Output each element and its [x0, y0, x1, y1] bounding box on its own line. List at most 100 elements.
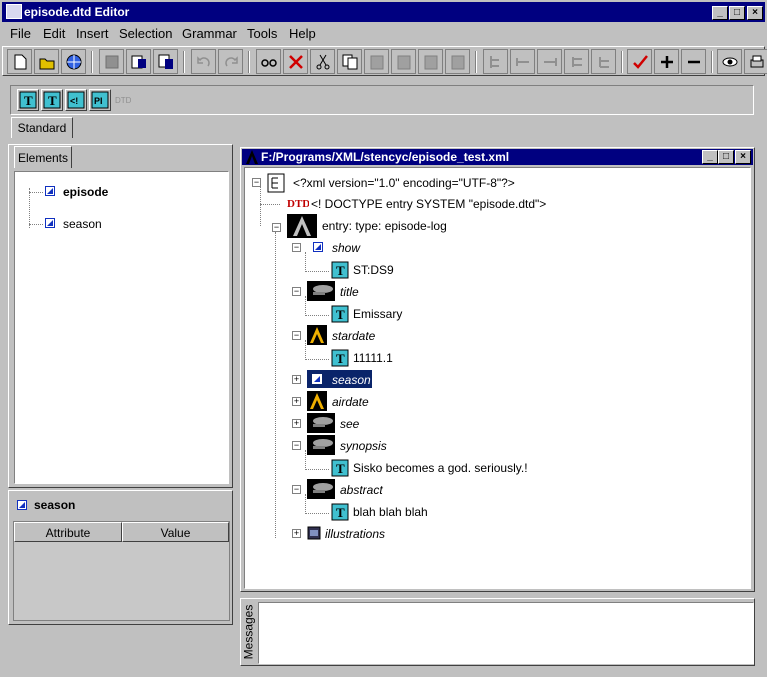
- collapse-toggle[interactable]: −: [292, 331, 301, 340]
- undo-icon[interactable]: [191, 49, 216, 74]
- collapse-toggle[interactable]: −: [252, 178, 261, 187]
- element-icon: [45, 218, 55, 228]
- element-icon: [312, 374, 322, 384]
- minimize-button[interactable]: _: [712, 6, 728, 20]
- find-icon[interactable]: [256, 49, 281, 74]
- text-node-icon: T: [331, 349, 349, 367]
- window-titlebar[interactable]: episode.dtd Editor _ □ ×: [2, 2, 765, 22]
- validate-icon[interactable]: [627, 49, 652, 74]
- starfleet-delta-icon: [307, 325, 327, 345]
- expand-toggle[interactable]: +: [292, 375, 301, 384]
- tree-element-see[interactable]: see: [340, 417, 359, 431]
- paste-icon[interactable]: [364, 49, 389, 74]
- expand-toggle[interactable]: +: [292, 529, 301, 538]
- main-toolbar: [2, 46, 767, 76]
- dtd-insert-icon[interactable]: DTD: [113, 89, 135, 111]
- doc-close-button[interactable]: ×: [735, 150, 751, 164]
- collapse-toggle[interactable]: −: [292, 441, 301, 450]
- tree-element-airdate[interactable]: airdate: [332, 395, 369, 409]
- expand-toggle[interactable]: +: [292, 419, 301, 428]
- element-icon: [45, 186, 55, 196]
- tree-icon[interactable]: [483, 49, 508, 74]
- messages-area[interactable]: [258, 602, 754, 664]
- menu-grammar[interactable]: Grammar: [182, 26, 237, 41]
- open-icon[interactable]: [34, 49, 59, 74]
- root-element[interactable]: entry: type: episode-log: [322, 219, 447, 233]
- tab-standard[interactable]: Standard: [11, 117, 73, 138]
- text-node-icon: T: [331, 261, 349, 279]
- copy-icon[interactable]: [337, 49, 362, 74]
- move-right-icon[interactable]: [537, 49, 562, 74]
- menu-help[interactable]: Help: [289, 26, 316, 41]
- move-down-icon[interactable]: [591, 49, 616, 74]
- save-icon[interactable]: [99, 49, 124, 74]
- document-titlebar[interactable]: F:/Programs/XML/stencyc/episode_test.xml…: [242, 149, 753, 165]
- insert-palette: T T <! PI DTD: [10, 85, 754, 115]
- doc-minimize-button[interactable]: _: [702, 150, 718, 164]
- paste-after-icon[interactable]: [418, 49, 443, 74]
- collapse-toggle[interactable]: −: [292, 287, 301, 296]
- move-up-icon[interactable]: [564, 49, 589, 74]
- xml-tree: − <?xml version="1.0" encoding="UTF-8"?>…: [244, 167, 751, 589]
- menu-edit[interactable]: Edit: [43, 26, 65, 41]
- tree-element-title[interactable]: title: [340, 285, 359, 299]
- tree-element-abstract[interactable]: abstract: [340, 483, 383, 497]
- menu-selection[interactable]: Selection: [119, 26, 172, 41]
- print-icon[interactable]: [744, 49, 767, 74]
- maximize-button[interactable]: □: [729, 6, 745, 20]
- tree-element-show[interactable]: show: [332, 241, 360, 255]
- pi-insert-icon[interactable]: PI: [89, 89, 111, 111]
- tree-text-title[interactable]: Emissary: [353, 307, 402, 321]
- element-item-season[interactable]: season: [63, 217, 102, 231]
- new-icon[interactable]: [7, 49, 32, 74]
- attribute-panel: season Attribute Value: [8, 490, 233, 625]
- text-node-icon: T: [331, 459, 349, 477]
- collapse-icon[interactable]: [681, 49, 706, 74]
- comment-insert-icon[interactable]: <!: [65, 89, 87, 111]
- svg-text:T: T: [336, 351, 345, 366]
- delete-icon[interactable]: [283, 49, 308, 74]
- paste-into-icon[interactable]: [445, 49, 470, 74]
- xml-declaration[interactable]: <?xml version="1.0" encoding="UTF-8"?>: [293, 176, 515, 190]
- cdata-insert-icon[interactable]: T: [41, 89, 63, 111]
- text-insert-icon[interactable]: T: [17, 89, 39, 111]
- expand-toggle[interactable]: +: [292, 397, 301, 406]
- save-copy-icon[interactable]: [126, 49, 151, 74]
- menu-insert[interactable]: Insert: [76, 26, 109, 41]
- tab-elements[interactable]: Elements: [14, 146, 72, 168]
- collapse-toggle[interactable]: −: [272, 223, 281, 232]
- view-icon[interactable]: [717, 49, 742, 74]
- redo-icon[interactable]: [218, 49, 243, 74]
- tree-element-illustrations[interactable]: illustrations: [325, 527, 385, 541]
- tree-element-season[interactable]: season: [332, 373, 371, 387]
- doctype-declaration[interactable]: <! DOCTYPE entry SYSTEM "episode.dtd">: [311, 197, 546, 211]
- doc-maximize-button[interactable]: □: [718, 150, 734, 164]
- svg-text:T: T: [48, 93, 57, 108]
- tree-element-stardate[interactable]: stardate: [332, 329, 375, 343]
- tree-element-synopsis[interactable]: synopsis: [340, 439, 387, 453]
- splitter[interactable]: [233, 147, 238, 592]
- cut-icon[interactable]: [310, 49, 335, 74]
- expand-icon[interactable]: [654, 49, 679, 74]
- svg-text:DTD: DTD: [287, 198, 309, 210]
- element-item-episode[interactable]: episode: [63, 185, 108, 199]
- collapse-toggle[interactable]: −: [292, 485, 301, 494]
- move-left-icon[interactable]: [510, 49, 535, 74]
- document-path: F:/Programs/XML/stencyc/episode_test.xml: [261, 150, 510, 164]
- globe-open-icon[interactable]: [61, 49, 86, 74]
- svg-text:T: T: [336, 505, 345, 520]
- paste-before-icon[interactable]: [391, 49, 416, 74]
- starship-icon: [307, 413, 335, 433]
- attribute-column-header[interactable]: Attribute: [14, 522, 122, 542]
- menu-file[interactable]: File: [10, 26, 31, 41]
- tree-text-show[interactable]: ST:DS9: [353, 263, 394, 277]
- tree-text-abstract[interactable]: blah blah blah: [353, 505, 428, 519]
- save-all-icon[interactable]: [153, 49, 178, 74]
- app-icon: [6, 4, 22, 19]
- collapse-toggle[interactable]: −: [292, 243, 301, 252]
- menu-tools[interactable]: Tools: [247, 26, 277, 41]
- value-column-header[interactable]: Value: [122, 522, 229, 542]
- close-button[interactable]: ×: [747, 6, 763, 20]
- tree-text-stardate[interactable]: 11111.1: [353, 351, 393, 365]
- tree-text-synopsis[interactable]: Sisko becomes a god. seriously.!: [353, 461, 528, 475]
